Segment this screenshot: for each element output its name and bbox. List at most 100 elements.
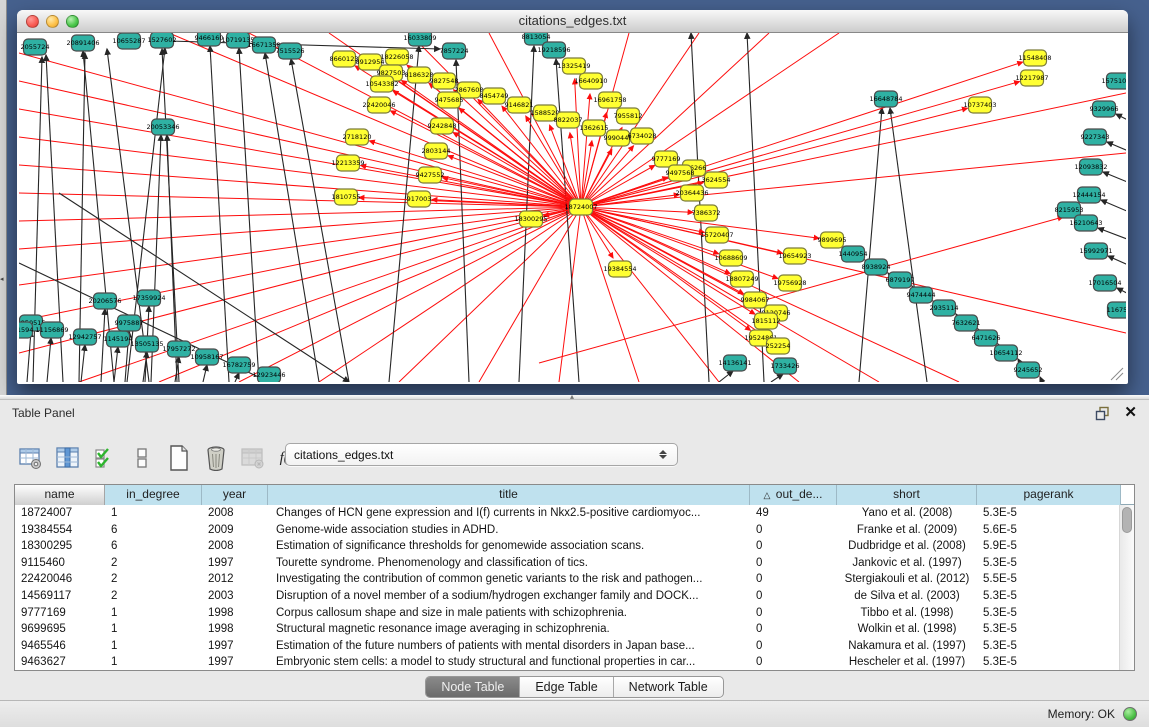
- network-node[interactable]: 1815112: [752, 313, 781, 329]
- network-node[interactable]: 9984067: [741, 292, 770, 308]
- network-node[interactable]: 6879197: [886, 272, 915, 288]
- network-node[interactable]: 2935114: [930, 300, 959, 316]
- network-node[interactable]: 9245652: [1014, 362, 1043, 378]
- zoom-window-button[interactable]: [66, 15, 79, 28]
- network-node[interactable]: 11548408: [1018, 50, 1051, 66]
- network-node[interactable]: 9899695: [818, 232, 847, 248]
- network-view-window[interactable]: citations_edges.txt 20557242089140610655…: [17, 10, 1128, 384]
- network-node[interactable]: 8822037: [554, 112, 583, 128]
- rows-icon[interactable]: [129, 445, 155, 471]
- network-node[interactable]: 1810755: [332, 189, 361, 205]
- tab-network-table[interactable]: Network Table: [614, 677, 723, 697]
- network-node[interactable]: 12923446: [252, 367, 285, 382]
- table-scrollbar[interactable]: [1119, 505, 1134, 671]
- network-node[interactable]: 9466160: [195, 33, 224, 46]
- new-document-icon[interactable]: [166, 445, 192, 471]
- table-scrollbar-thumb[interactable]: [1122, 507, 1132, 533]
- network-node[interactable]: 391594: [19, 322, 33, 338]
- window-titlebar[interactable]: citations_edges.txt: [17, 10, 1128, 33]
- network-node[interactable]: 2718120: [343, 129, 372, 145]
- network-node[interactable]: 15992971: [1079, 243, 1112, 259]
- network-node[interactable]: 6734028: [628, 128, 657, 144]
- checklist-icon[interactable]: [92, 445, 118, 471]
- network-node[interactable]: 12444154: [1072, 187, 1105, 203]
- network-node[interactable]: 9497568: [666, 165, 695, 181]
- network-node[interactable]: 12217987: [1015, 70, 1048, 86]
- table-selector-dropdown[interactable]: citations_edges.txt: [285, 443, 678, 466]
- table-row[interactable]: 969969511998Structural magnetic resonanc…: [15, 621, 1134, 638]
- network-node[interactable]: 7632621: [952, 315, 981, 331]
- network-node[interactable]: 10737403: [963, 97, 996, 113]
- network-node[interactable]: 22420046: [362, 97, 395, 113]
- collapsed-side-panel[interactable]: ◂: [0, 0, 7, 395]
- network-node[interactable]: 18226058: [380, 49, 413, 65]
- network-node[interactable]: 116753: [1107, 302, 1126, 318]
- window-resize-grip[interactable]: [1111, 368, 1123, 380]
- network-node[interactable]: 10654112: [989, 345, 1022, 361]
- tab-edge-table[interactable]: Edge Table: [520, 677, 613, 697]
- table-row[interactable]: 1830029562008Estimation of significance …: [15, 538, 1134, 555]
- network-node[interactable]: 11156869: [35, 322, 68, 338]
- column-header-title[interactable]: title: [268, 485, 750, 505]
- network-node[interactable]: 19654923: [778, 248, 811, 264]
- network-canvas[interactable]: 2055724208914061065528715276029466160107…: [19, 33, 1126, 382]
- network-node[interactable]: 15720407: [700, 227, 733, 243]
- table-row[interactable]: 1872400712008Changes of HCN gene express…: [15, 505, 1134, 522]
- table-row[interactable]: 1456911722003Disruption of a novel membe…: [15, 588, 1134, 605]
- network-node[interactable]: 12942757: [68, 329, 101, 345]
- network-node[interactable]: 19384554: [603, 261, 636, 277]
- network-node[interactable]: 20053346: [146, 119, 179, 135]
- float-panel-icon[interactable]: [1095, 406, 1110, 421]
- network-node[interactable]: 3624554: [702, 172, 731, 188]
- network-node[interactable]: 17016504: [1088, 275, 1121, 291]
- column-header-year[interactable]: year: [202, 485, 268, 505]
- network-node[interactable]: 13505135: [130, 336, 163, 352]
- network-node[interactable]: 19756928: [773, 275, 806, 291]
- network-node[interactable]: 7386372: [692, 205, 721, 221]
- network-node[interactable]: 1527602: [148, 33, 177, 48]
- network-node[interactable]: 13325419: [557, 58, 590, 74]
- network-node[interactable]: 8938924: [862, 259, 891, 275]
- network-node[interactable]: 14136141: [718, 355, 751, 371]
- network-node[interactable]: 16961758: [593, 92, 626, 108]
- network-node[interactable]: 10543382: [365, 76, 398, 92]
- network-node[interactable]: 7515526: [276, 43, 305, 59]
- tab-node-table[interactable]: Node Table: [426, 677, 520, 697]
- network-node[interactable]: 6471626: [972, 330, 1001, 346]
- column-header-short[interactable]: short: [837, 485, 977, 505]
- column-header-name[interactable]: name: [15, 485, 105, 505]
- select-columns-icon[interactable]: [55, 445, 81, 471]
- network-node[interactable]: 917003: [407, 191, 432, 207]
- trash-icon[interactable]: [203, 445, 229, 471]
- table-settings-icon[interactable]: [18, 445, 44, 471]
- network-node[interactable]: 7955812: [614, 108, 643, 124]
- network-node[interactable]: 16648784: [869, 91, 902, 107]
- column-header-pagerank[interactable]: pagerank: [977, 485, 1121, 505]
- column-header-in_degree[interactable]: in_degree: [105, 485, 202, 505]
- network-node[interactable]: 18300295: [514, 211, 547, 227]
- close-panel-icon[interactable]: ✕: [1124, 406, 1137, 420]
- network-node[interactable]: 1145194: [104, 331, 133, 347]
- network-node[interactable]: 10958167: [190, 349, 223, 365]
- network-node[interactable]: 9146821: [505, 97, 534, 113]
- table-row[interactable]: 946554611997Estimation of the future num…: [15, 638, 1134, 655]
- network-node[interactable]: 16033809: [403, 33, 436, 46]
- network-node[interactable]: 20891406: [66, 35, 99, 51]
- network-node[interactable]: 16782759: [222, 357, 255, 373]
- network-node[interactable]: 20206576: [88, 293, 121, 309]
- network-node[interactable]: 10688609: [714, 250, 747, 266]
- network-node[interactable]: 9427552: [416, 167, 445, 183]
- network-node[interactable]: 16640910: [574, 73, 607, 89]
- network-node[interactable]: 9329966: [1090, 101, 1119, 117]
- network-node[interactable]: 19218596: [537, 42, 570, 58]
- network-node[interactable]: 15751074: [1101, 73, 1126, 89]
- table-row[interactable]: 911546021997Tourette syndrome. Phenomeno…: [15, 555, 1134, 572]
- network-node[interactable]: 9975887: [115, 315, 144, 331]
- column-header-out_de[interactable]: △ out_de...: [750, 485, 837, 505]
- network-node[interactable]: 16210643: [1069, 215, 1102, 231]
- network-node[interactable]: 1733426: [771, 358, 800, 374]
- network-node[interactable]: 2055724: [21, 39, 50, 55]
- network-node[interactable]: 9475685: [435, 92, 464, 108]
- minimize-window-button[interactable]: [46, 15, 59, 28]
- network-node[interactable]: 2803144: [422, 143, 451, 159]
